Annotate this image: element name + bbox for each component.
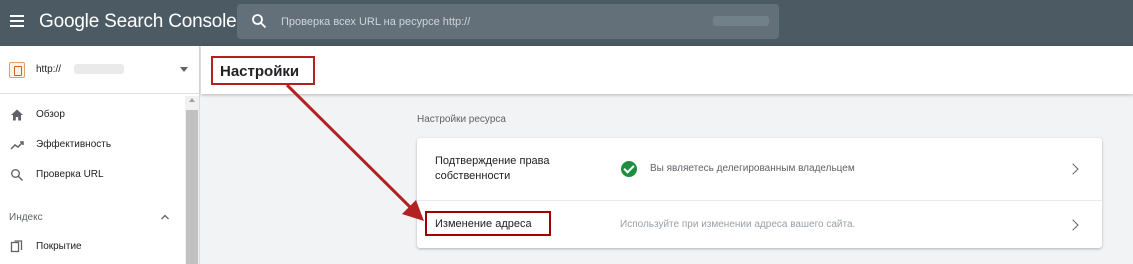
settings-card: Подтверждение права собственности Вы явл…	[417, 138, 1102, 248]
redacted-url	[713, 16, 769, 26]
row-label: Изменение адреса	[425, 211, 551, 236]
hamburger-menu-icon[interactable]	[10, 15, 24, 27]
main-content: Настройки Настройки ресурса Подтверждени…	[201, 46, 1133, 264]
chevron-right-icon[interactable]	[1067, 219, 1079, 231]
dropdown-arrow-icon[interactable]	[180, 67, 188, 72]
app-title[interactable]: Google Search Console	[39, 11, 237, 33]
row-status: Вы являетесь делегированным владельцем	[650, 163, 855, 174]
chevron-up-icon[interactable]	[160, 212, 170, 222]
sidebar-item-coverage[interactable]: Покрытие	[0, 233, 186, 261]
section-title: Настройки ресурса	[417, 114, 506, 125]
property-url: http://	[36, 64, 62, 75]
page-header: Настройки	[201, 46, 1133, 94]
sidebar-item-label: Покрытие	[36, 241, 82, 252]
property-selector[interactable]: http://	[0, 46, 200, 94]
scroll-up-arrow-icon[interactable]	[189, 98, 195, 102]
search-icon	[11, 169, 24, 182]
sidebar: http:// Обзор Эффективность Проверка URL…	[0, 46, 200, 264]
sidebar-item-overview[interactable]: Обзор	[0, 101, 186, 129]
sidebar-item-label: Проверка URL	[36, 169, 104, 180]
check-circle-icon	[621, 161, 637, 177]
search-bar[interactable]	[237, 4, 779, 39]
redacted-property	[74, 64, 124, 74]
page-title: Настройки	[211, 56, 315, 85]
change-of-address-row[interactable]: Изменение адреса Используйте при изменен…	[417, 201, 1102, 248]
top-app-bar: Google Search Console	[0, 0, 1133, 46]
trending-up-icon	[10, 141, 24, 150]
sidebar-section-index[interactable]: Индекс	[9, 212, 43, 223]
search-input[interactable]	[281, 13, 761, 31]
ownership-verification-row[interactable]: Подтверждение права собственности Вы явл…	[417, 138, 1102, 201]
search-icon	[252, 14, 267, 29]
copy-icon	[10, 240, 23, 253]
chevron-right-icon[interactable]	[1067, 163, 1079, 175]
scroll-thumb[interactable]	[186, 110, 198, 264]
property-icon	[9, 62, 25, 78]
sidebar-item-url-inspection[interactable]: Проверка URL	[0, 161, 186, 189]
row-label: Подтверждение права собственности	[435, 155, 550, 182]
sidebar-item-label: Эффективность	[36, 139, 112, 150]
sidebar-scrollbar[interactable]	[185, 96, 199, 264]
home-icon	[11, 109, 23, 121]
sidebar-item-label: Обзор	[36, 109, 65, 120]
sidebar-item-performance[interactable]: Эффективность	[0, 131, 186, 159]
row-hint: Используйте при изменении адреса вашего …	[620, 219, 856, 230]
